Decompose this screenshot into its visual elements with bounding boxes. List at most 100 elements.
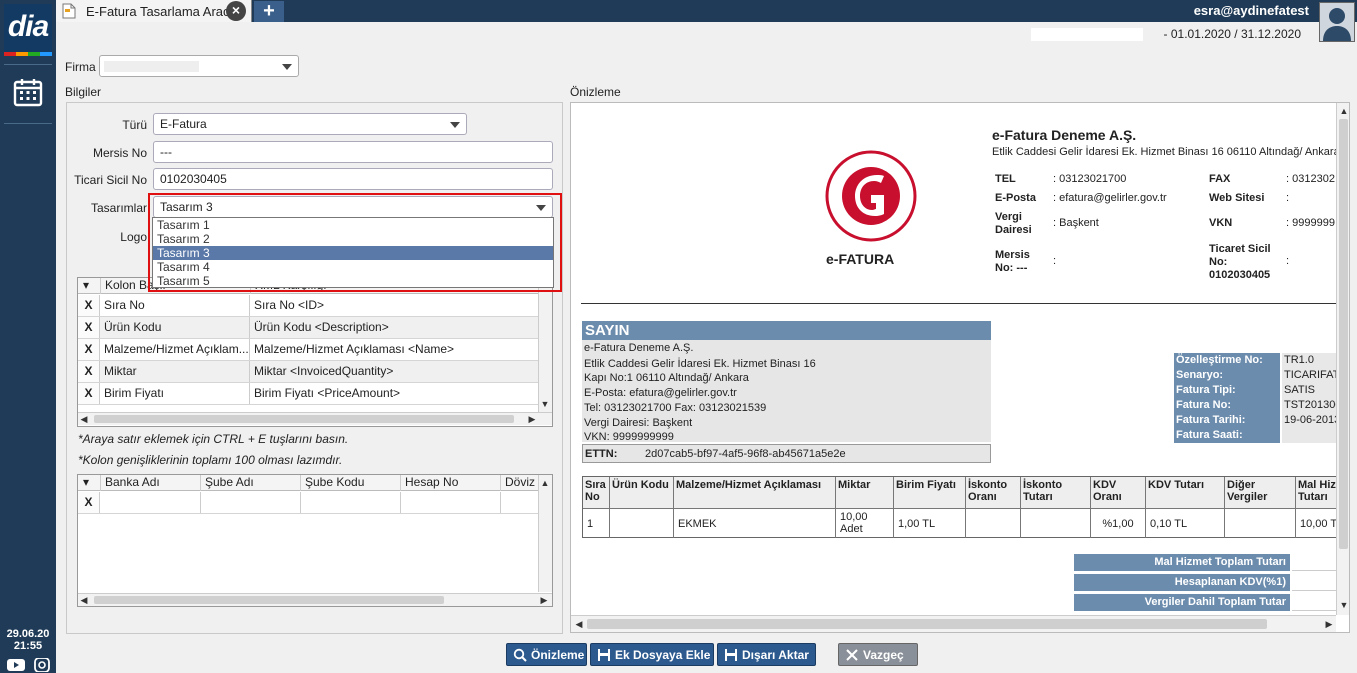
scroll-thumb[interactable] <box>94 596 444 604</box>
table-row[interactable]: X Sıra No Sıra No <ID> <box>78 295 540 317</box>
xml-cell[interactable]: Birim Fiyatı <PriceAmount> <box>250 383 540 404</box>
web-value: : <box>1286 192 1290 204</box>
xml-cell[interactable]: Malzeme/Hizmet Açıklaması <Name> <box>250 339 540 360</box>
total-label: Mal Hizmet Toplam Tutarı <box>1074 554 1290 571</box>
meta-key: Fatura No: <box>1174 398 1280 413</box>
dropdown-option[interactable]: Tasarım 4 <box>153 260 553 274</box>
buyer-line: Tel: 03123021700 Fax: 03123021539 <box>584 402 767 414</box>
top-bar: E-Fatura Tasarlama Aracı × + esra@aydine… <box>56 0 1357 42</box>
sube-kodu-header[interactable]: Şube Kodu <box>300 475 400 491</box>
tab-efatura-tasarlama[interactable]: E-Fatura Tasarlama Aracı × <box>56 0 252 22</box>
instagram-icon[interactable] <box>33 658 51 672</box>
dia-logo[interactable]: dia <box>4 4 52 56</box>
kolon-cell[interactable]: Sıra No <box>100 295 250 316</box>
scroll-left-icon[interactable]: ◀ <box>78 594 90 606</box>
time-text: 21:55 <box>13 640 43 652</box>
scroll-up-icon[interactable]: ▲ <box>539 477 551 489</box>
scroll-right-icon[interactable]: ▶ <box>1323 618 1335 630</box>
scroll-left-icon[interactable]: ◀ <box>78 413 90 425</box>
kolon-cell[interactable]: Miktar <box>100 361 250 382</box>
scroll-thumb[interactable] <box>1339 119 1348 549</box>
disari-aktar-button[interactable]: Dışarı Aktar <box>717 643 816 666</box>
table-row[interactable]: X <box>78 492 538 514</box>
calendar-icon[interactable] <box>13 77 43 107</box>
mersis-value: : <box>1053 255 1057 267</box>
avatar[interactable] <box>1319 2 1355 42</box>
vazgec-button[interactable]: Vazgeç <box>838 643 918 666</box>
add-tab-button[interactable]: + <box>254 1 284 22</box>
preview-horizontal-scrollbar[interactable]: ◀ ▶ <box>571 615 1336 632</box>
item-cell: 0,10 TL <box>1146 509 1225 538</box>
dropdown-option[interactable]: Tasarım 2 <box>153 232 553 246</box>
scroll-down-icon[interactable]: ▼ <box>539 398 551 410</box>
hesap-no-header[interactable]: Hesap No <box>400 475 500 491</box>
close-tab-button[interactable]: × <box>226 1 246 21</box>
eposta-value: : efatura@gelirler.gov.tr <box>1053 192 1167 204</box>
chevron-down-icon <box>282 64 292 70</box>
scroll-thumb[interactable] <box>587 619 1267 629</box>
meta-key: Fatura Saati: <box>1174 428 1280 443</box>
kolon-horizontal-scrollbar[interactable]: ◀ ▶ <box>78 412 552 425</box>
kolon-cell[interactable]: Ürün Kodu <box>100 317 250 338</box>
table-row[interactable]: X Miktar Miktar <InvoicedQuantity> <box>78 361 540 383</box>
buyer-line: Vergi Dairesi: Başkent <box>584 417 693 429</box>
ek-dosyaya-ekle-button[interactable]: Ek Dosyaya Ekle <box>590 643 714 666</box>
bilgiler-section-label: Bilgiler <box>65 85 102 99</box>
table-row[interactable]: X Malzeme/Hizmet Açıklam... Malzeme/Hizmet… <box>78 339 540 361</box>
onizleme-button[interactable]: Önizleme <box>506 643 587 666</box>
save-icon <box>598 649 610 661</box>
company-address: Etlik Caddesi Gelir İdaresi Ek. Hizmet B… <box>992 146 1340 158</box>
kolon-grid: ▾ Kolon Başlı XML Karşılığı XSıra NoSıra… <box>77 277 553 427</box>
grid-menu-icon[interactable]: ▾ <box>78 475 100 491</box>
scroll-right-icon[interactable]: ▶ <box>526 413 538 425</box>
delete-row-icon[interactable]: X <box>78 317 100 338</box>
fax-value: : 0312302 <box>1286 173 1335 185</box>
tasarimlar-label: Tasarımlar <box>90 201 147 215</box>
dropdown-option[interactable]: Tasarım 1 <box>153 218 553 232</box>
youtube-icon[interactable] <box>7 658 25 672</box>
dropdown-option[interactable]: Tasarım 5 <box>153 274 553 288</box>
xml-cell[interactable]: Miktar <InvoicedQuantity> <box>250 361 540 382</box>
tasarim-dropdown-list[interactable]: Tasarım 1 Tasarım 2 Tasarım 3 Tasarım 4 … <box>152 217 554 288</box>
firma-select[interactable] <box>99 55 299 77</box>
table-row[interactable]: X Ürün Kodu Ürün Kodu <Description> <box>78 317 540 339</box>
web-label: Web Sitesi <box>1209 192 1265 204</box>
delete-row-icon[interactable]: X <box>78 361 100 382</box>
doviz-header[interactable]: Döviz <box>500 475 540 491</box>
scroll-left-icon[interactable]: ◀ <box>573 618 585 630</box>
delete-row-icon[interactable]: X <box>78 295 100 316</box>
user-name[interactable]: esra@aydinefatest <box>1194 3 1309 18</box>
mersis-label: Mersis No <box>92 146 147 160</box>
banka-horizontal-scrollbar[interactable]: ◀ ▶ <box>78 593 552 606</box>
scroll-right-icon[interactable]: ▶ <box>538 594 550 606</box>
scroll-up-icon[interactable]: ▲ <box>1338 105 1349 117</box>
sube-adi-header[interactable]: Şube Adı <box>200 475 300 491</box>
table-row[interactable]: X Birim Fiyatı Birim Fiyatı <PriceAmount> <box>78 383 540 405</box>
dropdown-option-selected[interactable]: Tasarım 3 <box>153 246 553 260</box>
meta-key: Fatura Tarihi: <box>1174 413 1280 428</box>
item-header: Malzeme/Hizmet Açıklaması <box>674 477 836 509</box>
delete-row-icon[interactable]: X <box>78 383 100 404</box>
xml-cell[interactable]: Ürün Kodu <Description> <box>250 317 540 338</box>
onizleme-label: Önizleme <box>531 648 585 662</box>
item-header: Miktar <box>836 477 894 509</box>
kolon-cell[interactable]: Birim Fiyatı <box>100 383 250 404</box>
turu-select[interactable]: E-Fatura <box>153 113 467 135</box>
period-text[interactable]: - 01.01.2020 / 31.12.2020 <box>1164 27 1301 41</box>
delete-row-icon[interactable]: X <box>78 492 100 513</box>
scroll-thumb[interactable] <box>94 415 514 423</box>
kolon-vertical-scrollbar[interactable]: ▼ <box>538 278 552 412</box>
meta-key: Özelleştirme No: <box>1174 353 1280 368</box>
grid-menu-icon[interactable]: ▾ <box>78 278 100 294</box>
banka-vertical-scrollbar[interactable]: ▲ <box>538 475 552 592</box>
xml-cell[interactable]: Sıra No <ID> <box>250 295 540 316</box>
banka-adi-header[interactable]: Banka Adı <box>100 475 200 491</box>
kolon-cell[interactable]: Malzeme/Hizmet Açıklam... <box>100 339 250 360</box>
scroll-down-icon[interactable]: ▼ <box>1338 599 1349 611</box>
delete-row-icon[interactable]: X <box>78 339 100 360</box>
preview-vertical-scrollbar[interactable]: ▲ ▼ <box>1336 103 1349 615</box>
mersis-input[interactable]: --- <box>153 141 553 163</box>
ticari-sicil-input[interactable]: 0102030405 <box>153 168 553 190</box>
item-header: Diğer Vergiler <box>1225 477 1296 509</box>
item-header: Sıra No <box>583 477 610 509</box>
